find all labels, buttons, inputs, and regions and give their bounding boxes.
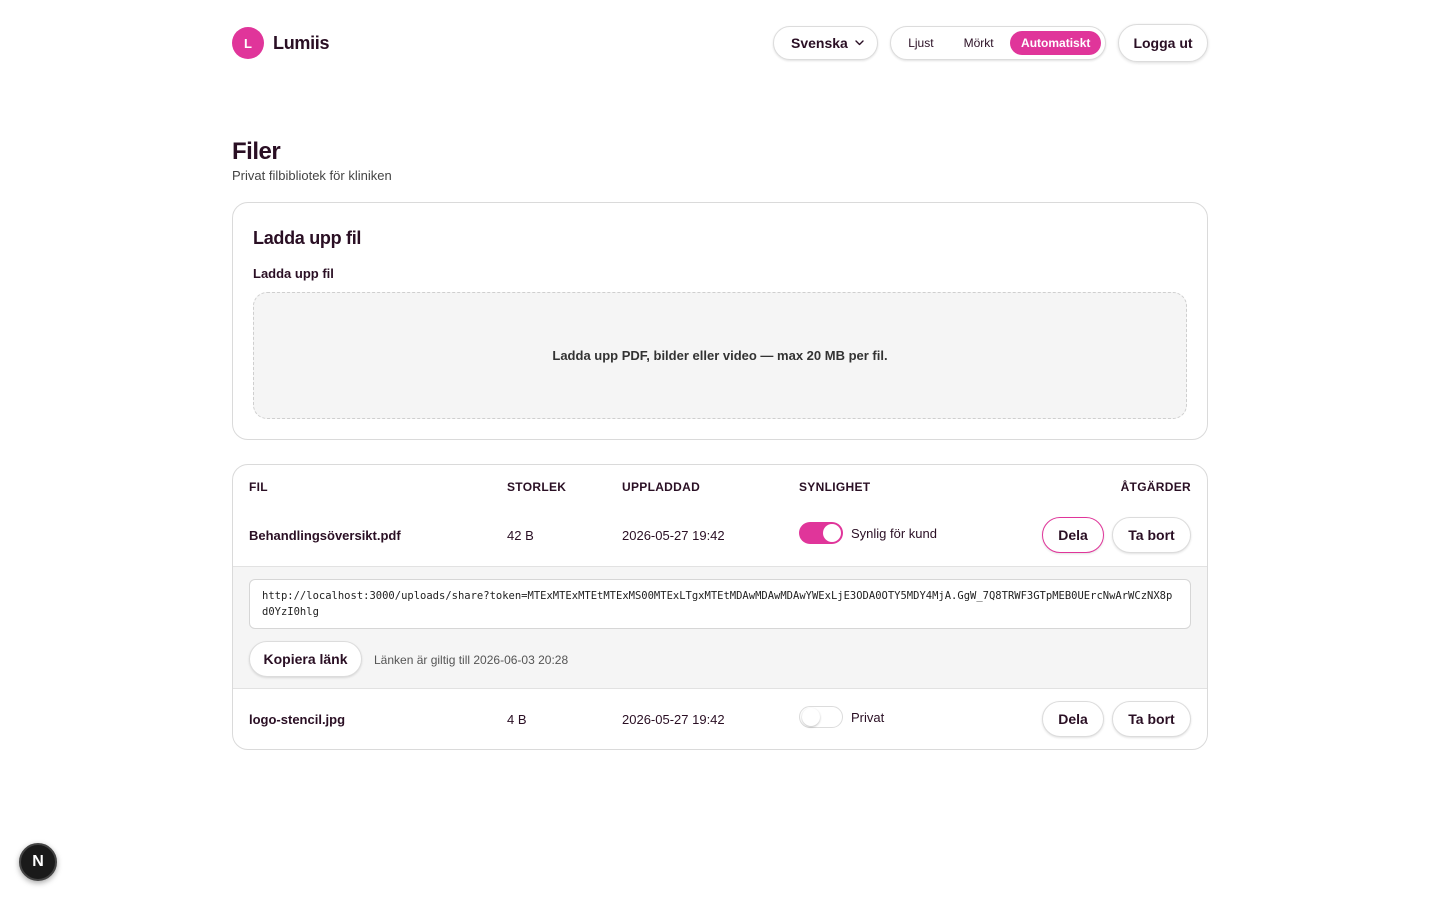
column-header-visibility: SYNLIGHET [799, 480, 871, 494]
chevron-down-icon [855, 40, 864, 46]
share-button[interactable]: Dela [1042, 701, 1104, 737]
page-subtitle: Privat filbibliotek för kliniken [232, 168, 392, 183]
column-header-file: FIL [249, 480, 268, 494]
dev-tools-badge[interactable]: N [19, 843, 57, 881]
visibility-toggle[interactable] [799, 706, 843, 728]
file-size: 42 B [507, 528, 534, 543]
column-header-uploaded: UPPLADDAD [622, 480, 701, 494]
brand-logo: L [232, 27, 264, 59]
visibility-label: Privat [851, 710, 885, 725]
file-uploaded-date: 2026-05-27 19:42 [622, 528, 725, 543]
brand-name: Lumiis [273, 32, 330, 53]
theme-option-auto[interactable]: Automatiskt [1010, 31, 1101, 55]
file-name[interactable]: Behandlingsöversikt.pdf [249, 528, 401, 543]
file-size: 4 B [507, 712, 527, 727]
language-select[interactable]: Svenska [773, 26, 878, 60]
upload-card: Ladda upp fil Ladda upp fil Ladda upp PD… [232, 202, 1208, 440]
dropzone-text: Ladda upp PDF, bilder eller video — max … [552, 348, 888, 363]
files-table: FIL STORLEK UPPLADDAD SYNLIGHET ÅTGÄRDER… [232, 464, 1208, 750]
file-uploaded-date: 2026-05-27 19:42 [622, 712, 725, 727]
table-row: logo-stencil.jpg 4 B 2026-05-27 19:42 Pr… [233, 701, 1207, 741]
upload-card-title: Ladda upp fil [253, 228, 362, 248]
toggle-knob [823, 524, 841, 542]
theme-option-dark[interactable]: Mörkt [947, 31, 1011, 55]
logout-button[interactable]: Logga ut [1118, 24, 1208, 62]
language-select-value: Svenska [791, 35, 848, 51]
toggle-knob [802, 708, 820, 726]
visibility-toggle[interactable] [799, 522, 843, 544]
brand[interactable]: L Lumiis [232, 27, 330, 59]
delete-button[interactable]: Ta bort [1112, 517, 1191, 553]
share-link-panel: http://localhost:3000/uploads/share?toke… [233, 566, 1207, 689]
column-header-actions: ÅTGÄRDER [1120, 480, 1191, 494]
delete-button[interactable]: Ta bort [1112, 701, 1191, 737]
page-title: Filer [232, 138, 281, 165]
copy-link-button[interactable]: Kopiera länk [249, 641, 362, 677]
share-button[interactable]: Dela [1042, 517, 1104, 553]
file-name[interactable]: logo-stencil.jpg [249, 712, 345, 727]
table-row: Behandlingsöversikt.pdf 42 B 2026-05-27 … [233, 517, 1207, 566]
upload-dropzone[interactable]: Ladda upp PDF, bilder eller video — max … [253, 292, 1187, 419]
visibility-label: Synlig för kund [851, 526, 937, 541]
theme-option-light[interactable]: Ljust [895, 31, 947, 55]
column-header-size: STORLEK [507, 480, 567, 494]
link-expiry-text: Länken är giltig till 2026-06-03 20:28 [374, 653, 569, 667]
upload-field-label: Ladda upp fil [253, 266, 334, 281]
top-bar: L Lumiis Svenska Ljust Mörkt Automatiskt… [232, 24, 1208, 62]
share-url-field[interactable]: http://localhost:3000/uploads/share?toke… [249, 579, 1191, 629]
theme-switcher: Ljust Mörkt Automatiskt [890, 26, 1106, 60]
